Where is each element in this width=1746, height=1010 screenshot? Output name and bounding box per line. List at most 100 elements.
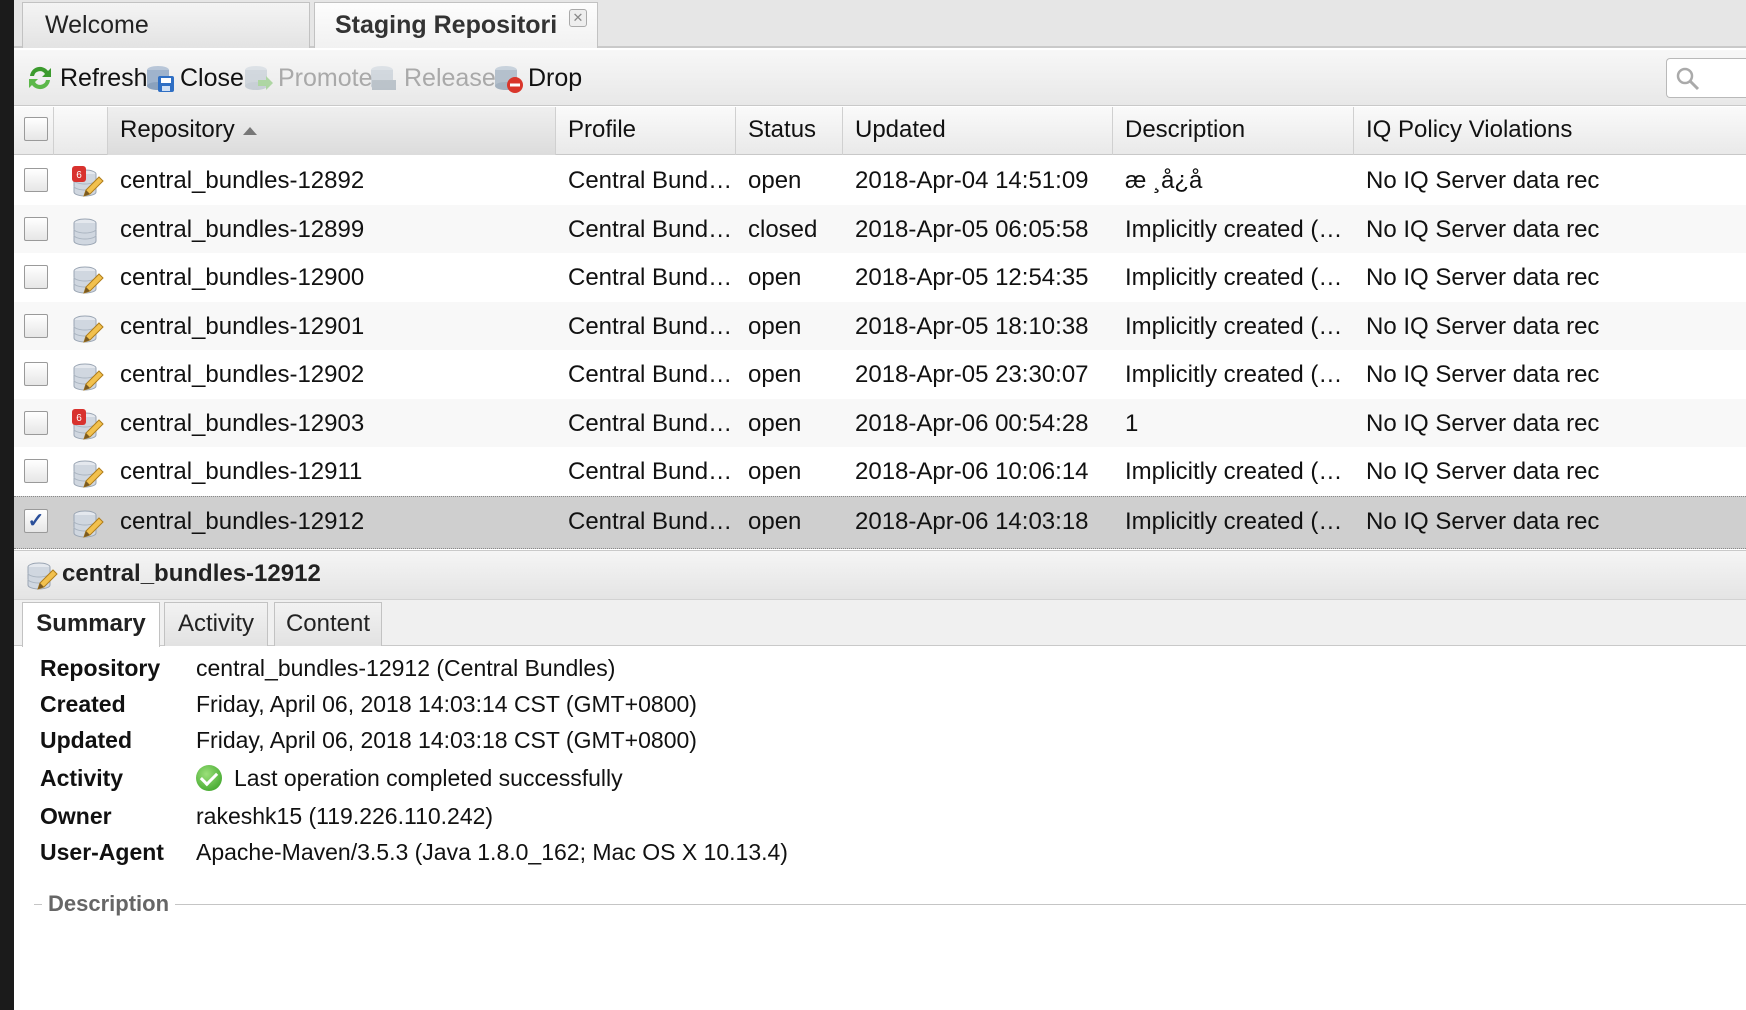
release-icon — [368, 62, 400, 94]
row-checkbox[interactable] — [24, 410, 48, 435]
cell-status: open — [748, 312, 802, 340]
cell-description: Implicitly created (auto staging). — [1125, 458, 1354, 485]
cell-description: Implicitly created (auto staging). — [1125, 507, 1354, 535]
promote-icon — [242, 62, 274, 94]
row-checkbox[interactable] — [24, 313, 48, 338]
tab-welcome-label: Welcome — [45, 11, 149, 39]
row-checkbox[interactable] — [24, 265, 48, 289]
property-value: Friday, April 06, 2018 14:03:14 CST (GMT… — [196, 691, 697, 717]
cell-description: Implicitly created (auto staging). — [1125, 312, 1354, 340]
table-row[interactable]: central_bundles-12901 Central Bundles open… — [14, 301, 1746, 355]
description-section-label: Description — [42, 892, 176, 916]
tab-welcome[interactable]: Welcome — [22, 2, 310, 48]
cell-description: Implicitly created (auto staging). — [1125, 215, 1354, 243]
tab-content[interactable]: Content — [274, 602, 382, 646]
cell-description: Implicitly created (auto staging). — [1125, 361, 1354, 388]
close-label: Close — [180, 63, 244, 92]
cell-updated: 2018-Apr-06 00:54:28 — [855, 409, 1089, 437]
table-row[interactable]: central_bundles-12900 Central Bundles open… — [14, 253, 1746, 306]
search-icon — [1676, 67, 1700, 91]
column-header-label: Updated — [855, 116, 946, 143]
refresh-label: Refresh — [60, 63, 148, 92]
column-header-updated[interactable]: Updated — [843, 107, 1113, 155]
cell-updated: 2018-Apr-06 14:03:18 — [855, 507, 1089, 535]
cell-iq-policy-violations: No IQ Server data rec — [1366, 458, 1600, 485]
property-key: Repository — [40, 655, 161, 681]
table-row[interactable]: central_bundles-12899 Central Bundles clos… — [14, 204, 1746, 258]
success-check-icon — [196, 765, 222, 791]
repo-open-icon — [70, 312, 104, 346]
cell-profile: Central Bundles — [568, 409, 736, 437]
cell-description: 1 — [1125, 409, 1139, 437]
cell-repository: central_bundles-12912 — [120, 507, 365, 535]
column-header-label: Repository — [120, 116, 235, 143]
row-checkbox[interactable] — [24, 216, 48, 241]
property-owner: Owner rakeshk15 (119.226.110.242) — [40, 798, 1340, 834]
cell-status: closed — [748, 215, 818, 243]
row-checkbox[interactable] — [24, 362, 48, 386]
column-header-status[interactable]: Status — [736, 107, 843, 155]
property-activity: Activity Last operation completed success… — [40, 760, 1340, 796]
repo-open-icon — [70, 263, 104, 297]
close-tab-icon[interactable]: ✕ — [569, 9, 587, 27]
search-input[interactable] — [1666, 58, 1746, 98]
repo-open-icon — [24, 559, 58, 593]
cell-iq-policy-violations: No IQ Server data rec — [1366, 361, 1600, 388]
select-all-column — [14, 107, 54, 155]
cell-iq-policy-violations: No IQ Server data rec — [1366, 507, 1600, 535]
tab-summary[interactable]: Summary — [22, 602, 160, 647]
property-updated: Updated Friday, April 06, 2018 14:03:18 C… — [40, 722, 1340, 758]
cell-status: open — [748, 361, 802, 388]
row-checkbox[interactable] — [24, 168, 48, 192]
table-row[interactable]: central_bundles-12911 Central Bundles open… — [14, 447, 1746, 500]
property-key: Owner — [40, 803, 112, 829]
release-button[interactable]: Release — [368, 58, 496, 98]
promote-button[interactable]: Promote — [242, 58, 372, 98]
table-row[interactable]: central_bundles-12902 Central Bundles open… — [14, 350, 1746, 403]
window-left-edge — [0, 0, 14, 1010]
column-header-iq-policy-violations[interactable]: IQ Policy Violations — [1354, 107, 1746, 155]
drop-button[interactable]: Drop — [492, 58, 582, 98]
tab-activity[interactable]: Activity — [164, 602, 268, 646]
repo-open-with-badge-icon: 6 — [70, 408, 104, 443]
tab-staging-repositories[interactable]: Staging Repositori ✕ — [314, 2, 598, 48]
row-checkbox[interactable]: ✓ — [24, 508, 48, 533]
property-value: Friday, April 06, 2018 14:03:18 CST (GMT… — [196, 727, 697, 753]
column-header-profile[interactable]: Profile — [556, 107, 736, 155]
column-header-repository[interactable]: Repository — [108, 107, 556, 155]
promote-label: Promote — [278, 63, 373, 92]
repo-open-with-badge-icon: 6 — [70, 166, 104, 200]
cell-repository: central_bundles-12901 — [120, 312, 365, 340]
cell-status: open — [748, 167, 802, 194]
table-row[interactable]: 6 central_bundles-12892 Central Bundles ope… — [14, 156, 1746, 209]
section-divider — [34, 904, 1746, 905]
column-header-description[interactable]: Description — [1113, 107, 1354, 155]
table-row[interactable]: ✓ central_bundles-12912 Central Bundles ope… — [14, 495, 1746, 549]
detail-tab-strip: Summary Activity Content — [14, 600, 1746, 647]
grid-header: Repository Profile Status Updated Descri… — [14, 107, 1746, 155]
select-all-checkbox[interactable] — [24, 117, 48, 141]
description-section: Description — [34, 892, 1746, 916]
cell-profile: Central Bundles — [568, 264, 736, 291]
property-value: central_bundles-12912 (Central Bundles) — [196, 655, 616, 681]
svg-text:6: 6 — [76, 170, 82, 181]
cell-profile: Central Bundles — [568, 312, 736, 340]
cell-status: open — [748, 264, 802, 291]
row-checkbox[interactable] — [24, 459, 48, 483]
cell-status: open — [748, 507, 802, 535]
repo-open-icon — [70, 457, 104, 491]
column-header-label: IQ Policy Violations — [1366, 116, 1573, 143]
cell-iq-policy-violations: No IQ Server data rec — [1366, 264, 1600, 291]
close-button[interactable]: Close — [144, 58, 244, 98]
table-row[interactable]: 6 central_bundles-12903 Central Bundles ope… — [14, 398, 1746, 452]
tab-activity-label: Activity — [177, 610, 254, 637]
refresh-button[interactable]: Refresh — [24, 58, 148, 98]
detail-title-bar: central_bundles-12912 — [14, 550, 1746, 600]
svg-text:6: 6 — [76, 413, 82, 424]
cell-repository: central_bundles-12892 — [120, 167, 365, 194]
column-header-label: Description — [1125, 116, 1246, 143]
refresh-icon — [24, 62, 56, 94]
cell-iq-policy-violations: No IQ Server data rec — [1366, 167, 1600, 194]
cell-updated: 2018-Apr-05 06:05:58 — [855, 215, 1089, 243]
property-created: Created Friday, April 06, 2018 14:03:14 C… — [40, 686, 1340, 722]
